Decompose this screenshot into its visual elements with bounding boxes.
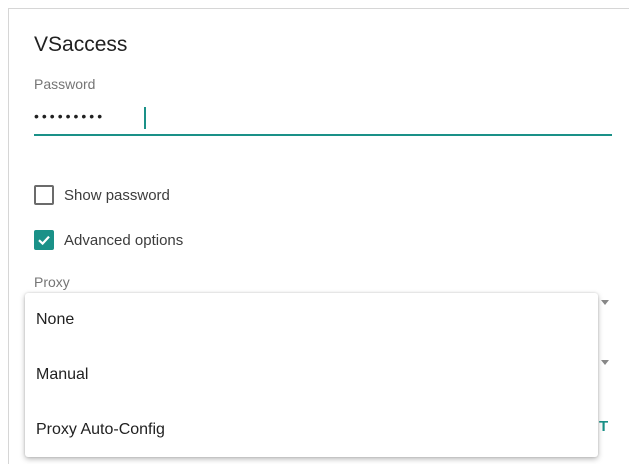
menu-item-manual[interactable]: Manual [25,348,598,402]
checkmark-icon [38,235,50,246]
proxy-label: Proxy [34,274,70,290]
show-password-row[interactable]: Show password [34,185,170,205]
proxy-dropdown-menu: None Manual Proxy Auto-Config [25,293,598,457]
advanced-options-checkbox[interactable] [34,230,54,250]
show-password-label: Show password [64,186,170,204]
text-caret [144,107,146,129]
show-password-checkbox[interactable] [34,185,54,205]
network-title: VSaccess [34,33,128,56]
dropdown-arrow-icon[interactable] [601,300,609,305]
menu-item-none[interactable]: None [25,293,598,347]
password-label: Password [34,76,96,92]
dropdown-arrow-icon[interactable] [601,360,609,365]
partial-action-button[interactable]: T [599,418,608,435]
advanced-options-row[interactable]: Advanced options [34,230,183,250]
password-field[interactable]: ••••••••• [34,108,105,124]
advanced-options-label: Advanced options [64,231,184,249]
password-underline [34,134,612,136]
menu-item-proxy-auto-config[interactable]: Proxy Auto-Config [25,403,598,457]
